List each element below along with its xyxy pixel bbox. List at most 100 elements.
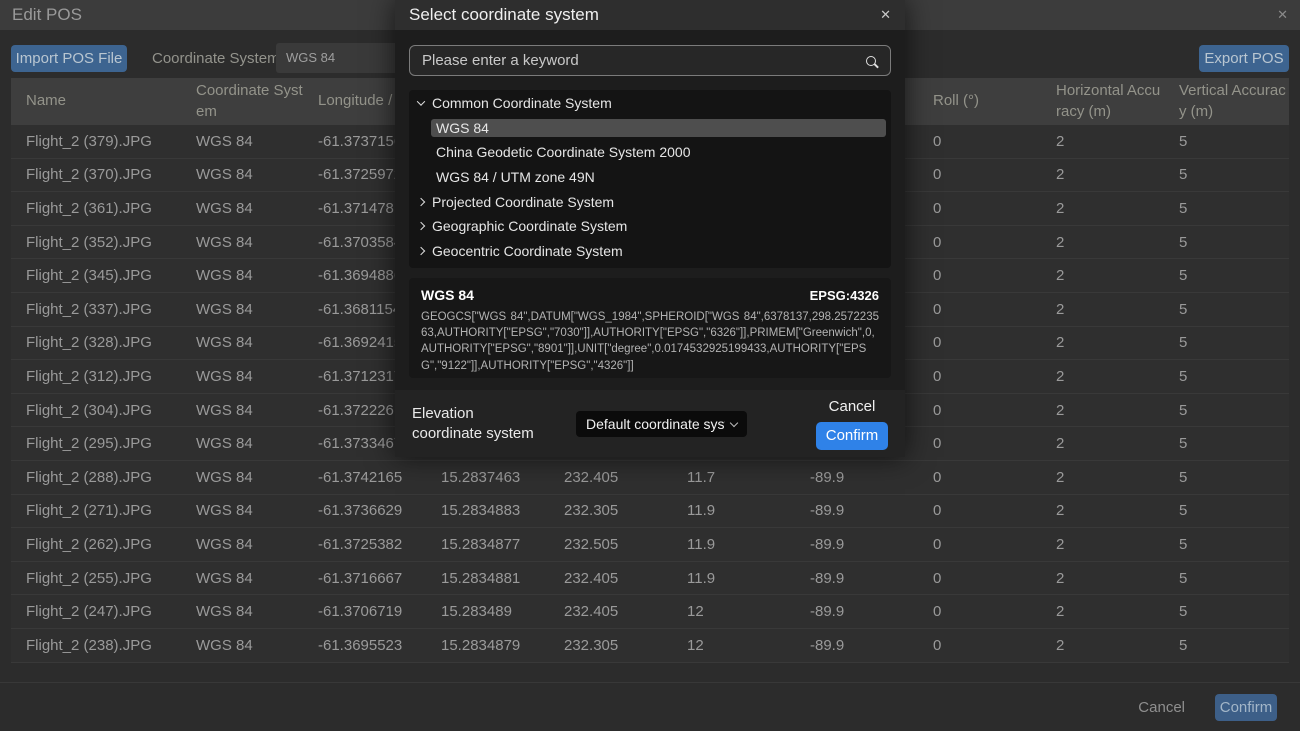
window-close-icon[interactable]: ✕ xyxy=(1277,7,1288,23)
tree-item-wgs-84-utm-zone-49n[interactable]: WGS 84 / UTM zone 49N xyxy=(409,165,891,190)
cell: 5 xyxy=(1164,301,1289,318)
tree-group-label: Geocentric Coordinate System xyxy=(432,243,623,259)
cell: -89.9 xyxy=(795,603,918,620)
edit-pos-confirm-button[interactable]: Confirm xyxy=(1215,694,1277,721)
cell: 0 xyxy=(918,435,1041,452)
cell: Flight_2 (295).JPG xyxy=(11,435,181,452)
select-coordinate-system-dialog: Select coordinate system ✕ Common Coordi… xyxy=(395,0,905,457)
cell: -61.3695523 xyxy=(303,637,426,654)
cell: 232.405 xyxy=(549,603,672,620)
cell: 5 xyxy=(1164,536,1289,553)
import-pos-file-button[interactable]: Import POS File xyxy=(11,45,127,72)
tree-group-label: Geographic Coordinate System xyxy=(432,218,627,234)
cell: 5 xyxy=(1164,267,1289,284)
column-header: Name xyxy=(11,91,181,111)
table-row[interactable]: Flight_2 (262).JPGWGS 84-61.372538215.28… xyxy=(11,528,1289,562)
cell: WGS 84 xyxy=(181,469,303,486)
cell: 0 xyxy=(918,502,1041,519)
dialog-titlebar: Select coordinate system ✕ xyxy=(395,0,905,30)
cell: 5 xyxy=(1164,368,1289,385)
cell: Flight_2 (304).JPG xyxy=(11,402,181,419)
cell: 2 xyxy=(1041,334,1164,351)
edit-pos-cancel-button[interactable]: Cancel xyxy=(1138,699,1185,716)
cell: WGS 84 xyxy=(181,435,303,452)
cell: 0 xyxy=(918,133,1041,150)
dialog-title: Select coordinate system xyxy=(409,5,599,25)
coordinate-search-input[interactable] xyxy=(422,52,866,69)
cell: 2 xyxy=(1041,368,1164,385)
cell: -89.9 xyxy=(795,469,918,486)
tree-item-wgs-84[interactable]: WGS 84 xyxy=(431,119,886,137)
coordinate-system-tree: Common Coordinate System WGS 84 China Geod… xyxy=(409,90,891,268)
cell: -61.3742165 xyxy=(303,469,426,486)
cell: WGS 84 xyxy=(181,637,303,654)
cell: 15.2834877 xyxy=(426,536,549,553)
table-row[interactable]: Flight_2 (238).JPGWGS 84-61.369552315.28… xyxy=(11,629,1289,663)
cell: 15.2834883 xyxy=(426,502,549,519)
tree-group-geographic-coordinate-system[interactable]: Geographic Coordinate System xyxy=(409,214,891,239)
cell: WGS 84 xyxy=(181,267,303,284)
table-row[interactable]: Flight_2 (247).JPGWGS 84-61.370671915.28… xyxy=(11,595,1289,629)
table-row[interactable]: Flight_2 (255).JPGWGS 84-61.371666715.28… xyxy=(11,562,1289,596)
cell: 0 xyxy=(918,200,1041,217)
tree-group-geocentric-coordinate-system[interactable]: Geocentric Coordinate System xyxy=(409,238,891,263)
cell: 0 xyxy=(918,368,1041,385)
cell: -61.3716667 xyxy=(303,570,426,587)
chevron-right-icon xyxy=(417,197,425,205)
tree-group-common-coordinate-system[interactable]: Common Coordinate System xyxy=(409,91,891,116)
dialog-confirm-button[interactable]: Confirm xyxy=(816,422,888,450)
cell: 0 xyxy=(918,267,1041,284)
cell: WGS 84 xyxy=(181,133,303,150)
cell: 2 xyxy=(1041,301,1164,318)
cell: Flight_2 (255).JPG xyxy=(11,570,181,587)
tree-group-projected-coordinate-system[interactable]: Projected Coordinate System xyxy=(409,189,891,214)
cell: 12 xyxy=(672,637,795,654)
column-header: Vertical Accuracy (m) xyxy=(1164,81,1289,122)
cell: Flight_2 (352).JPG xyxy=(11,234,181,251)
cell: 2 xyxy=(1041,637,1164,654)
export-pos-button[interactable]: Export POS xyxy=(1199,45,1289,72)
cell: -89.9 xyxy=(795,502,918,519)
tree-item-china-geodetic-coordinate-system-2000[interactable]: China Geodetic Coordinate System 2000 xyxy=(409,140,891,165)
cell: Flight_2 (262).JPG xyxy=(11,536,181,553)
cell: 11.9 xyxy=(672,570,795,587)
cell: 2 xyxy=(1041,435,1164,452)
elevation-system-label: Elevation coordinate system xyxy=(412,404,544,444)
cell: 232.405 xyxy=(549,469,672,486)
tree-group-label: Projected Coordinate System xyxy=(432,194,614,210)
coordinate-system-input[interactable]: WGS 84 xyxy=(276,43,406,73)
cell: WGS 84 xyxy=(181,603,303,620)
magnifier-icon[interactable] xyxy=(866,56,876,66)
cell: WGS 84 xyxy=(181,334,303,351)
cell: -61.3706719 xyxy=(303,603,426,620)
cell: WGS 84 xyxy=(181,234,303,251)
cell: 11.9 xyxy=(672,536,795,553)
cell: 0 xyxy=(918,536,1041,553)
cell: 11.7 xyxy=(672,469,795,486)
cell: 5 xyxy=(1164,637,1289,654)
chevron-down-icon xyxy=(417,98,425,106)
cell: 5 xyxy=(1164,402,1289,419)
tree-group-label: Common Coordinate System xyxy=(432,95,612,111)
table-row[interactable]: Flight_2 (271).JPGWGS 84-61.373662915.28… xyxy=(11,495,1289,529)
cell: WGS 84 xyxy=(181,368,303,385)
cell: 2 xyxy=(1041,166,1164,183)
cell: WGS 84 xyxy=(181,536,303,553)
cell: 232.405 xyxy=(549,570,672,587)
cell: 2 xyxy=(1041,200,1164,217)
elevation-system-dropdown[interactable]: Default coordinate syst... xyxy=(576,411,747,437)
cell: 5 xyxy=(1164,200,1289,217)
coordinate-search-box[interactable] xyxy=(409,45,891,76)
cell: 2 xyxy=(1041,267,1164,284)
cell: 232.305 xyxy=(549,637,672,654)
chevron-down-icon xyxy=(730,418,738,426)
cell: WGS 84 xyxy=(181,200,303,217)
cell: 0 xyxy=(918,166,1041,183)
dialog-cancel-button[interactable]: Cancel xyxy=(829,398,876,415)
table-row[interactable]: Flight_2 (288).JPGWGS 84-61.374216515.28… xyxy=(11,461,1289,495)
dialog-close-icon[interactable]: ✕ xyxy=(880,7,891,23)
chevron-right-icon xyxy=(417,222,425,230)
cell: Flight_2 (312).JPG xyxy=(11,368,181,385)
cell: 2 xyxy=(1041,469,1164,486)
coordinate-detail-panel: WGS 84 EPSG:4326 GEOGCS["WGS 84",DATUM["… xyxy=(409,278,891,378)
